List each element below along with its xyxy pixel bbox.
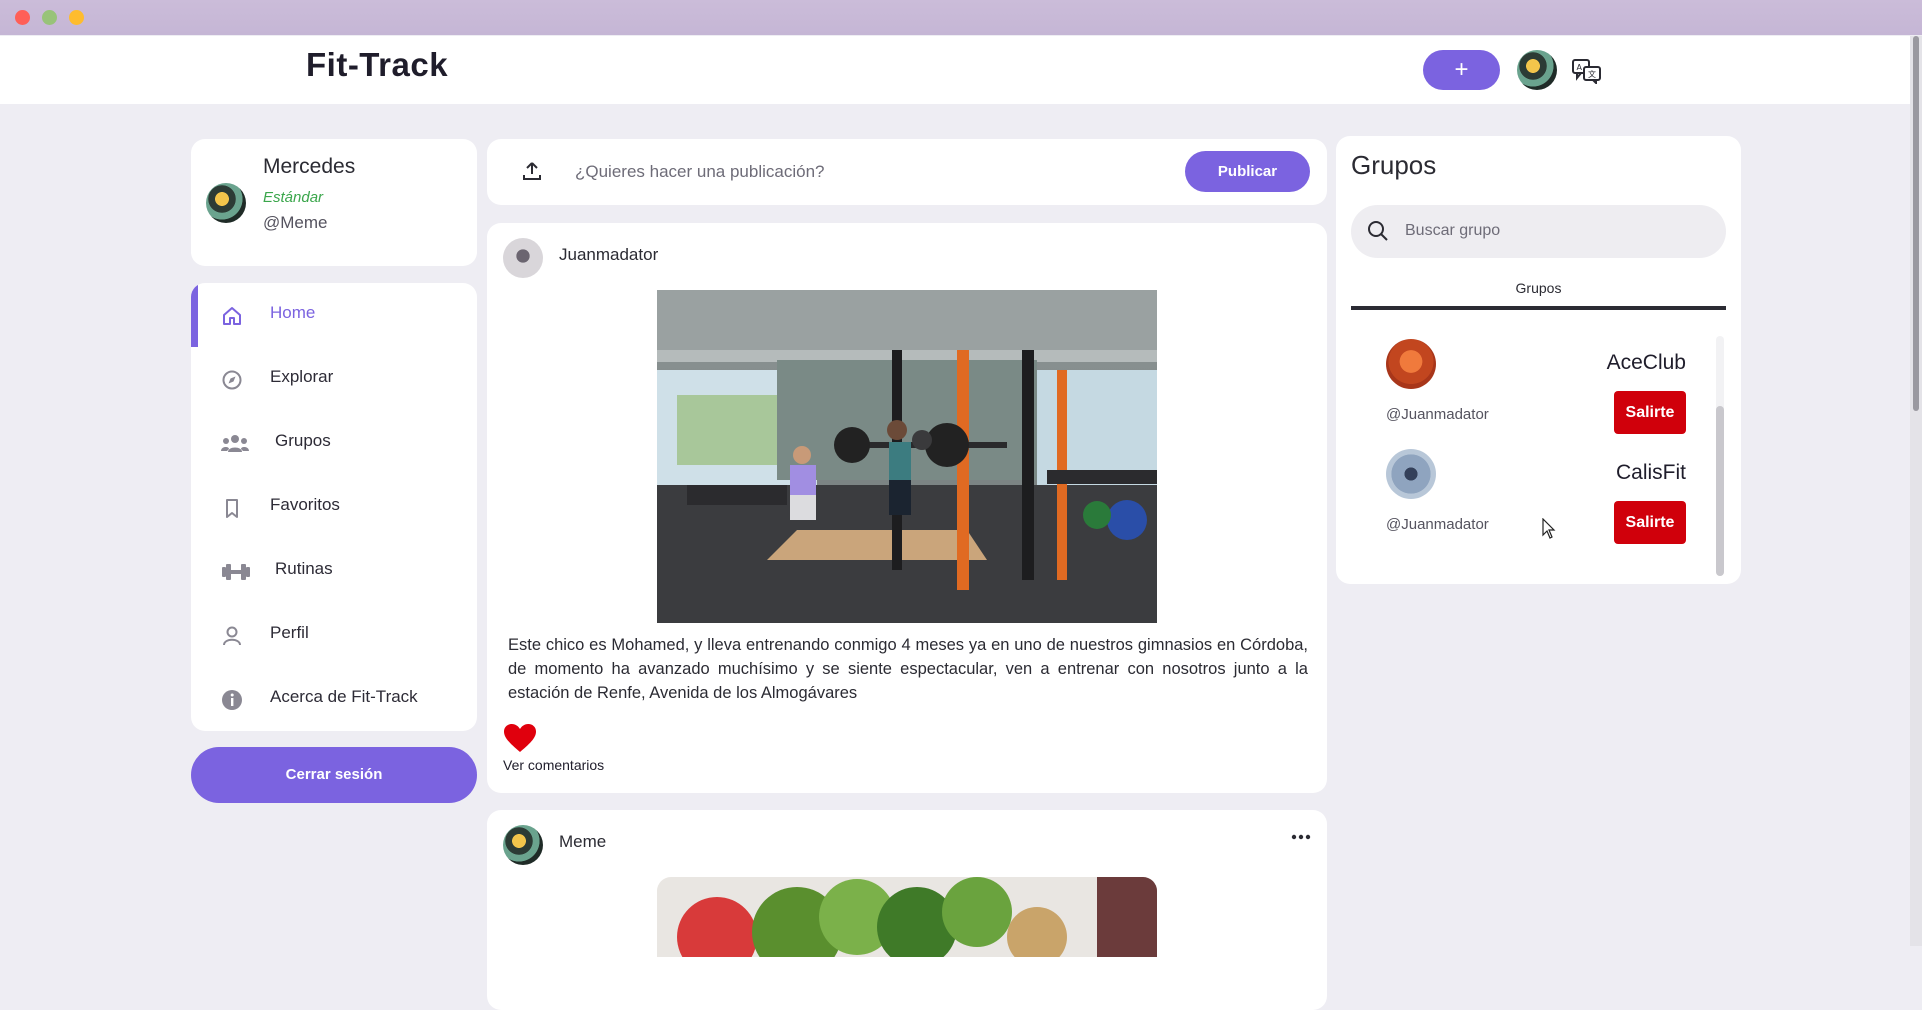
group-item[interactable]: CalisFit @Juanmadator Salirte [1386, 449, 1686, 549]
svg-text:文: 文 [1588, 69, 1596, 79]
sidebar-item-label: Acerca de Fit-Track [270, 687, 418, 706]
user-avatar[interactable] [1517, 50, 1557, 90]
sidebar-item-label: Explorar [270, 367, 334, 386]
compass-icon [222, 370, 242, 390]
search-icon [1368, 221, 1388, 241]
sidebar-nav: Home Explorar Grupos Favoritos Rutinas P… [191, 283, 477, 731]
sidebar-item-label: Home [270, 303, 316, 322]
groups-title: Grupos [1351, 150, 1437, 180]
groups-panel: Grupos Buscar grupo Grupos AceClub @Juan… [1336, 136, 1741, 584]
sidebar-item-label: Perfil [270, 623, 309, 642]
post-author-name[interactable]: Juanmadator [559, 245, 658, 265]
page-scrollbar[interactable] [1910, 36, 1922, 946]
profile-tier: Estándar [263, 189, 324, 206]
add-button[interactable]: + [1423, 50, 1500, 90]
maximize-window-button[interactable] [69, 10, 84, 25]
group-avatar [1386, 449, 1436, 499]
group-search-placeholder: Buscar grupo [1405, 222, 1501, 239]
app-logo[interactable]: Fit-Track [306, 46, 448, 84]
post-author-name[interactable]: Meme [559, 832, 606, 852]
post-card: Meme [487, 810, 1327, 1010]
group-search-input[interactable]: Buscar grupo [1351, 205, 1726, 258]
post-image [657, 290, 1157, 623]
groups-list-scrollbar[interactable] [1716, 336, 1724, 576]
group-owner: @Juanmadator [1386, 516, 1489, 533]
window-titlebar [0, 0, 1922, 35]
bookmark-icon [226, 499, 238, 518]
sidebar-item-label: Rutinas [275, 559, 333, 578]
leave-group-button[interactable]: Salirte [1614, 501, 1686, 544]
post-image [657, 877, 1157, 957]
close-window-button[interactable] [15, 10, 30, 25]
post-text: Este chico es Mohamed, y lleva entrenand… [508, 636, 1308, 702]
post-card: Juanmadator Este chico es Mohamed, y lle… [487, 223, 1327, 793]
profile-card: Mercedes Estándar @Meme [191, 139, 477, 266]
minimize-window-button[interactable] [42, 10, 57, 25]
sidebar-item-acerca[interactable]: Acerca de Fit-Track [191, 667, 477, 731]
group-item[interactable]: AceClub @Juanmadator Salirte [1386, 339, 1686, 439]
leave-group-button[interactable]: Salirte [1614, 391, 1686, 434]
group-name: AceClub [1606, 351, 1686, 374]
sidebar-item-home[interactable]: Home [191, 283, 477, 347]
sidebar-item-grupos[interactable]: Grupos [191, 411, 477, 475]
sidebar-item-perfil[interactable]: Perfil [191, 603, 477, 667]
page-scrollbar-thumb[interactable] [1913, 36, 1919, 411]
tab-underline [1351, 306, 1726, 310]
post-composer: ¿Quieres hacer una publicación? Publicar [487, 139, 1327, 205]
user-icon [223, 626, 241, 646]
translate-icon[interactable]: A 文 [1572, 58, 1602, 84]
groups-list-scrollbar-thumb[interactable] [1716, 406, 1724, 576]
post-author-avatar[interactable] [503, 238, 543, 278]
post-author-avatar[interactable] [503, 825, 543, 865]
home-icon [223, 307, 241, 325]
sidebar-item-label: Favoritos [270, 495, 340, 514]
users-icon [221, 435, 249, 452]
upload-icon[interactable] [522, 161, 542, 181]
group-avatar [1386, 339, 1436, 389]
post-input[interactable]: ¿Quieres hacer una publicación? [575, 162, 824, 182]
profile-avatar[interactable] [206, 183, 246, 223]
info-icon [222, 690, 242, 710]
sidebar-item-rutinas[interactable]: Rutinas [191, 539, 477, 603]
group-name: CalisFit [1615, 461, 1686, 484]
profile-name: Mercedes [263, 155, 356, 178]
svg-text:A: A [1577, 63, 1583, 72]
heart-icon[interactable] [503, 723, 537, 753]
group-owner: @Juanmadator [1386, 406, 1489, 423]
dumbbell-icon [222, 564, 250, 580]
top-navbar: Fit-Track + A 文 [0, 36, 1910, 104]
profile-handle: @Meme [263, 213, 328, 232]
sidebar-item-favoritos[interactable]: Favoritos [191, 475, 477, 539]
mouse-cursor-icon [1542, 518, 1556, 539]
sidebar-item-label: Grupos [275, 431, 331, 450]
view-comments-link[interactable]: Ver comentarios [503, 757, 604, 773]
tab-grupos[interactable]: Grupos [1351, 280, 1726, 296]
publish-button[interactable]: Publicar [1185, 151, 1310, 192]
sidebar-item-explorar[interactable]: Explorar [191, 347, 477, 411]
logout-button[interactable]: Cerrar sesión [191, 747, 477, 803]
more-options-icon[interactable] [1291, 832, 1311, 842]
